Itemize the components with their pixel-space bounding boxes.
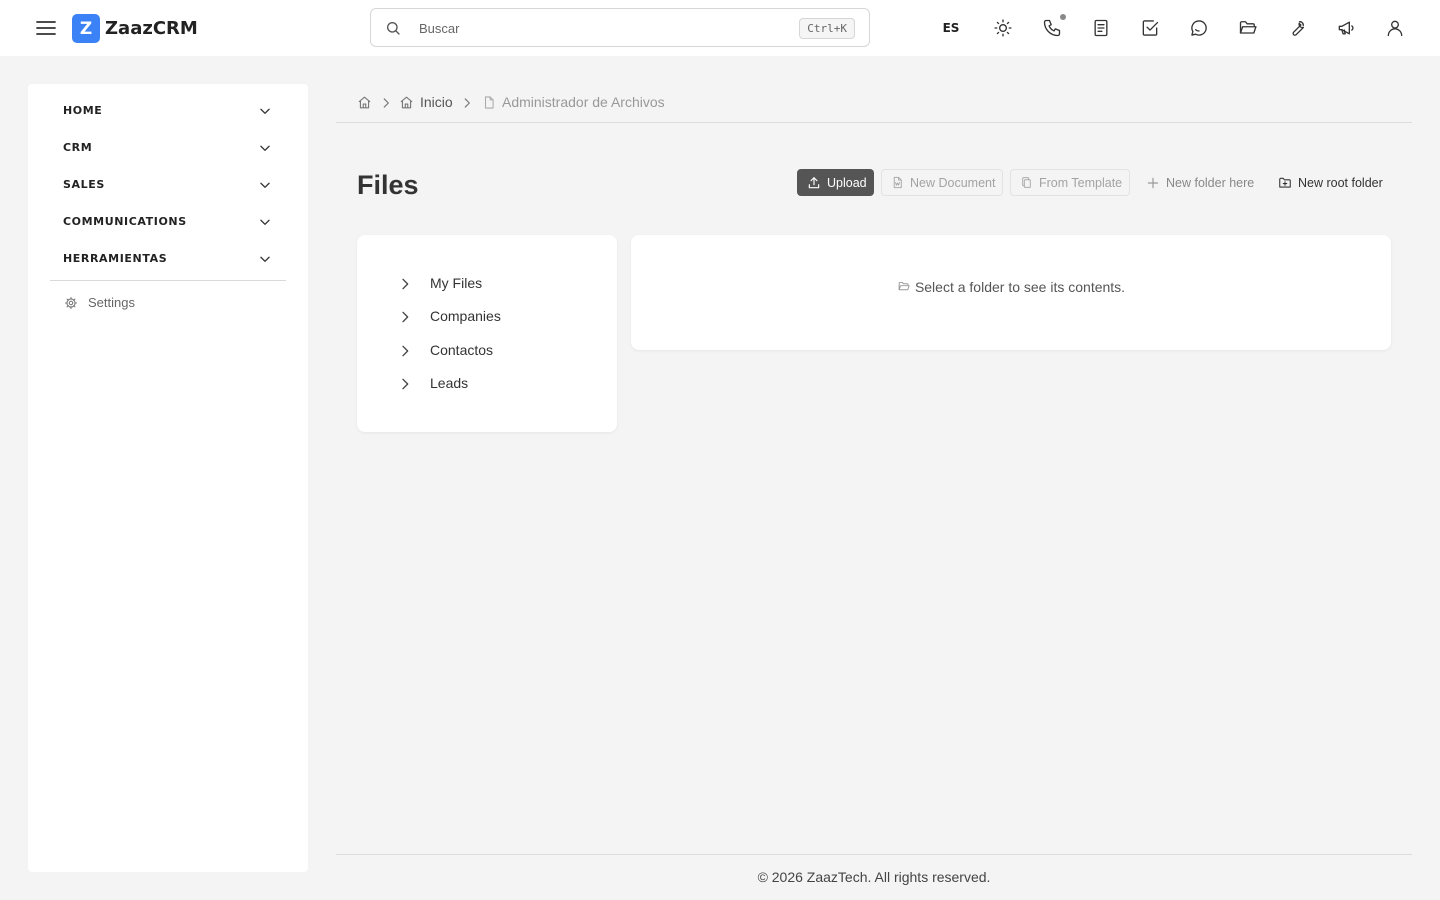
sidebar-group-communications[interactable]: COMMUNICATIONS bbox=[50, 208, 286, 236]
upload-icon bbox=[808, 176, 820, 188]
logo: Z bbox=[72, 14, 100, 43]
folder-name: Contactos bbox=[430, 342, 494, 358]
wrench-icon[interactable] bbox=[1287, 18, 1307, 38]
sidebar-group-label: COMMUNICATIONS bbox=[63, 215, 187, 228]
breadcrumb-label: Administrador de Archivos bbox=[502, 94, 665, 110]
breadcrumb-label: Inicio bbox=[420, 94, 453, 110]
folder-tree-panel: My Files Companies Contactos Leads bbox=[357, 235, 617, 432]
empty-state: Select a folder to see its contents. bbox=[631, 279, 1391, 295]
folder-name: Leads bbox=[430, 375, 469, 391]
search-icon bbox=[387, 22, 400, 35]
user-icon[interactable] bbox=[1385, 18, 1405, 38]
app-name: ZaazCRM bbox=[105, 18, 198, 39]
folder-open-icon[interactable] bbox=[1238, 18, 1258, 38]
sidebar-group-crm[interactable]: CRM bbox=[50, 134, 286, 162]
chevron-right-icon bbox=[402, 345, 409, 357]
upload-button[interactable]: Upload bbox=[797, 169, 874, 196]
copy-icon bbox=[1022, 177, 1031, 188]
plus-icon bbox=[1147, 177, 1159, 188]
folder-name: Companies bbox=[430, 308, 501, 324]
sidebar-item-settings[interactable]: Settings bbox=[50, 291, 286, 315]
from-template-label: From Template bbox=[1039, 175, 1123, 190]
chevron-down-icon bbox=[260, 108, 270, 114]
footer-divider bbox=[336, 854, 1412, 855]
home-icon bbox=[400, 96, 413, 109]
new-root-folder-label: New root folder bbox=[1298, 175, 1383, 190]
chevron-down-icon bbox=[260, 256, 270, 262]
sidebar-group-home[interactable]: HOME bbox=[50, 97, 286, 125]
top-bar: Z ZaazCRM Ctrl+K ES bbox=[0, 0, 1440, 56]
chat-icon[interactable] bbox=[1189, 18, 1209, 38]
folder-name: My Files bbox=[430, 275, 483, 291]
search-box[interactable]: Ctrl+K bbox=[370, 8, 870, 47]
megaphone-icon[interactable] bbox=[1336, 18, 1356, 38]
sidebar-group-herramientas[interactable]: HERRAMIENTAS bbox=[50, 245, 286, 273]
breadcrumb-divider bbox=[336, 122, 1412, 123]
folder-contents-panel: Select a folder to see its contents. bbox=[631, 235, 1391, 350]
upload-button-label: Upload bbox=[827, 175, 867, 190]
new-folder-here-button[interactable]: New folder here bbox=[1143, 169, 1261, 196]
menu-icon[interactable] bbox=[34, 16, 58, 40]
sidebar-group-label: HERRAMIENTAS bbox=[63, 252, 168, 265]
brand[interactable]: Z ZaazCRM bbox=[72, 14, 198, 43]
file-word-icon bbox=[893, 176, 902, 189]
folder-open-icon bbox=[898, 281, 910, 291]
chevron-right-icon bbox=[402, 311, 409, 323]
chevron-down-icon bbox=[260, 182, 270, 188]
folder-tree-item[interactable]: Leads bbox=[397, 372, 577, 396]
notification-dot bbox=[1060, 14, 1066, 20]
new-document-label: New Document bbox=[910, 175, 996, 190]
document-icon[interactable] bbox=[1091, 18, 1111, 38]
sidebar: HOME CRM SALES COMMUNICATIONS HERRAMIENT… bbox=[28, 84, 308, 872]
new-root-folder-button[interactable]: New root folder bbox=[1275, 169, 1390, 196]
gear-icon bbox=[64, 296, 78, 310]
sidebar-group-label: SALES bbox=[63, 178, 105, 191]
page-title: Files bbox=[357, 170, 419, 200]
from-template-button[interactable]: From Template bbox=[1010, 169, 1130, 196]
search-shortcut: Ctrl+K bbox=[799, 18, 855, 39]
sidebar-group-label: HOME bbox=[63, 104, 103, 117]
folder-plus-icon bbox=[1279, 177, 1291, 188]
folder-tree-item[interactable]: Companies bbox=[397, 305, 577, 329]
folder-tree-item[interactable]: My Files bbox=[397, 272, 577, 296]
checkbox-icon[interactable] bbox=[1140, 18, 1160, 38]
chevron-right-icon bbox=[402, 278, 409, 290]
new-document-button[interactable]: New Document bbox=[881, 169, 1003, 196]
sidebar-item-label: Settings bbox=[88, 295, 135, 310]
chevron-right-icon bbox=[464, 98, 470, 108]
chevron-right-icon bbox=[402, 378, 409, 390]
sidebar-group-sales[interactable]: SALES bbox=[50, 171, 286, 199]
file-icon bbox=[484, 96, 494, 109]
sun-icon[interactable] bbox=[993, 18, 1013, 38]
phone-icon[interactable] bbox=[1042, 18, 1062, 38]
home-icon[interactable] bbox=[357, 95, 372, 110]
sidebar-divider bbox=[50, 280, 286, 281]
chevron-down-icon bbox=[260, 145, 270, 151]
new-folder-here-label: New folder here bbox=[1166, 175, 1255, 190]
chevron-down-icon bbox=[260, 219, 270, 225]
sidebar-group-label: CRM bbox=[63, 141, 93, 154]
footer-copyright: © 2026 ZaazTech. All rights reserved. bbox=[757, 869, 991, 885]
folder-tree-item[interactable]: Contactos bbox=[397, 339, 577, 363]
search-input[interactable] bbox=[419, 17, 779, 39]
empty-state-message: Select a folder to see its contents. bbox=[914, 279, 1126, 295]
chevron-right-icon bbox=[383, 98, 389, 108]
language-switcher[interactable]: ES bbox=[939, 18, 963, 38]
